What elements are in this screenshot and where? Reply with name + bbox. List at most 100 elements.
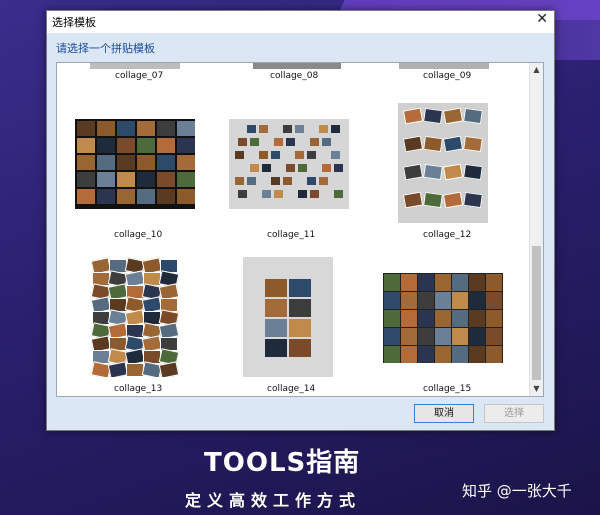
- photo-tile: [442, 107, 464, 125]
- photo-tile: [469, 328, 485, 345]
- photo-tile: [97, 138, 115, 153]
- template-item-collage-11[interactable]: collage_11: [217, 119, 377, 240]
- photo-tile: [157, 155, 175, 170]
- photo-tile: [117, 138, 135, 153]
- template-preview: [243, 257, 333, 377]
- photo-tile: [158, 361, 180, 377]
- photo-tile: [238, 190, 247, 198]
- photo-tile: [271, 151, 280, 159]
- photo-tile: [289, 319, 311, 337]
- brand-title: TOOLS指南: [204, 448, 361, 478]
- photo-tile: [137, 155, 155, 170]
- photo-tile: [401, 292, 417, 309]
- template-preview: [398, 103, 488, 223]
- cancel-button[interactable]: 取消: [414, 404, 474, 423]
- photo-tile: [322, 164, 331, 172]
- brand-slogan: 定义高效工作方式: [185, 491, 362, 510]
- photo-tile: [157, 121, 175, 136]
- photo-tile: [319, 177, 328, 185]
- template-dialog: 选择模板 ✕ 请选择一个拼贴模板 collage_07 collage_08 c…: [46, 10, 555, 431]
- photo-tile: [137, 138, 155, 153]
- photo-tile: [463, 163, 483, 181]
- photo-tile: [486, 328, 502, 345]
- template-preview: [253, 63, 341, 69]
- scroll-down-icon[interactable]: ▼: [530, 382, 543, 396]
- photo-tile: [418, 310, 434, 327]
- photo-tile: [435, 274, 451, 291]
- photo-tile: [331, 151, 340, 159]
- template-item-collage-13[interactable]: collage_13: [57, 257, 217, 394]
- photo-tile: [402, 191, 424, 209]
- photo-tile: [289, 279, 311, 297]
- photo-tile: [435, 292, 451, 309]
- photo-tile: [331, 125, 340, 133]
- photo-tile: [117, 121, 135, 136]
- template-item-collage-12[interactable]: collage_12: [377, 103, 537, 240]
- photo-tile: [97, 121, 115, 136]
- photo-tile: [77, 155, 95, 170]
- photo-tile: [137, 121, 155, 136]
- photo-tile: [283, 177, 292, 185]
- template-label: collage_09: [423, 71, 472, 81]
- photo-tile: [334, 190, 343, 198]
- photo-tile: [423, 163, 443, 181]
- photo-tile: [418, 346, 434, 363]
- select-button[interactable]: 选择: [484, 404, 544, 423]
- template-label: collage_15: [423, 384, 472, 394]
- photo-tile: [250, 138, 259, 146]
- photo-tile: [401, 328, 417, 345]
- photo-tile: [418, 274, 434, 291]
- photo-tile: [401, 310, 417, 327]
- template-preview: [399, 63, 489, 69]
- photo-tile: [289, 299, 311, 317]
- photo-tile: [177, 138, 195, 153]
- photo-tile: [463, 107, 483, 125]
- photo-tile: [452, 346, 468, 363]
- photo-tile: [298, 164, 307, 172]
- photo-tile: [274, 190, 283, 198]
- template-label: collage_14: [267, 384, 316, 394]
- scroll-up-icon[interactable]: ▲: [530, 63, 543, 77]
- photo-tile: [463, 135, 483, 153]
- photo-tile: [486, 292, 502, 309]
- template-item-collage-07[interactable]: collage_07: [57, 63, 217, 85]
- template-preview: [75, 119, 195, 209]
- photo-tile: [177, 189, 195, 204]
- photo-tile: [469, 292, 485, 309]
- photo-tile: [271, 177, 280, 185]
- photo-tile: [384, 328, 400, 345]
- template-item-collage-10[interactable]: collage_10: [57, 119, 217, 240]
- photo-tile: [157, 189, 175, 204]
- photo-tile: [402, 163, 424, 181]
- scrollbar-thumb[interactable]: [532, 246, 541, 380]
- dialog-body: 请选择一个拼贴模板 collage_07 collage_08 collage_…: [47, 33, 554, 430]
- photo-tile: [295, 125, 304, 133]
- photo-tile: [177, 155, 195, 170]
- photo-tile: [310, 190, 319, 198]
- photo-tile: [77, 189, 95, 204]
- photo-tile: [283, 125, 292, 133]
- template-label: collage_13: [114, 384, 163, 394]
- photo-tile: [469, 274, 485, 291]
- template-item-collage-08[interactable]: collage_08: [217, 63, 377, 85]
- photo-tile: [117, 189, 135, 204]
- photo-tile: [435, 346, 451, 363]
- vertical-scrollbar[interactable]: ▲ ▼: [529, 63, 543, 396]
- prompt-label: 请选择一个拼贴模板: [56, 42, 155, 55]
- photo-tile: [469, 346, 485, 363]
- photo-tile: [307, 177, 316, 185]
- photo-tile: [262, 190, 271, 198]
- title-bar: 选择模板 ✕: [47, 11, 554, 33]
- photo-tile: [384, 346, 400, 363]
- template-label: collage_11: [267, 230, 316, 240]
- photo-tile: [486, 274, 502, 291]
- template-item-collage-14[interactable]: collage_14: [217, 257, 377, 394]
- close-icon[interactable]: ✕: [536, 11, 548, 27]
- photo-tile: [463, 191, 483, 209]
- template-list[interactable]: collage_07 collage_08 collage_09 collage…: [56, 62, 544, 397]
- template-item-collage-09[interactable]: collage_09: [377, 63, 537, 85]
- photo-tile: [418, 328, 434, 345]
- watermark: 知乎 @一张大千: [462, 482, 572, 500]
- photo-tile: [442, 163, 464, 181]
- template-item-collage-15[interactable]: collage_15: [377, 273, 537, 394]
